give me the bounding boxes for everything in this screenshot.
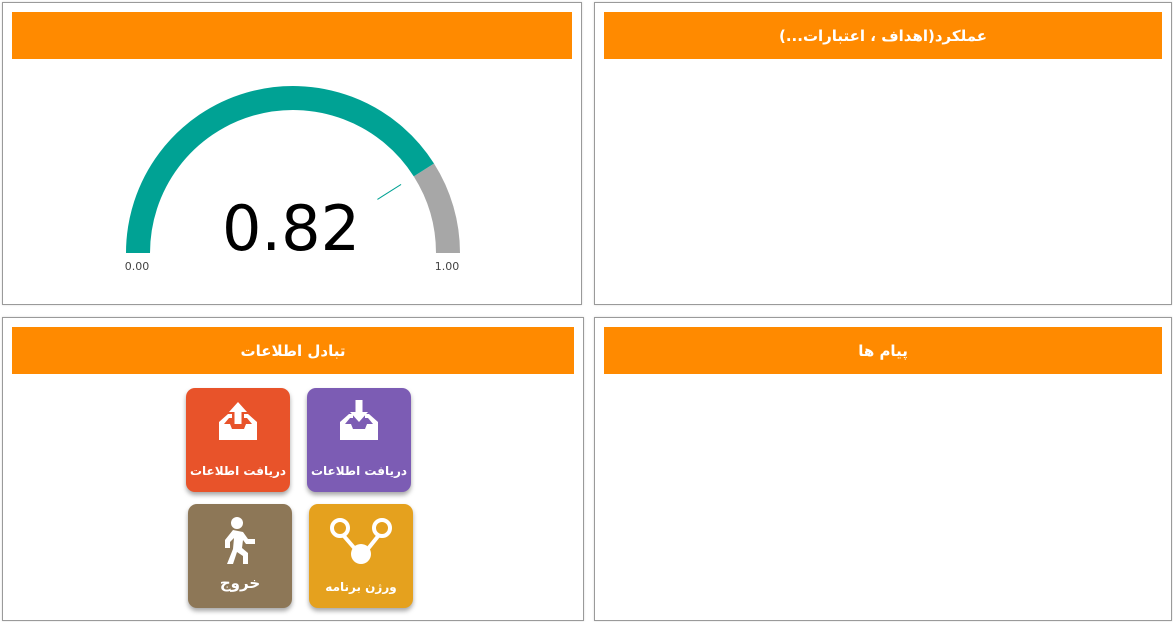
gauge-max-label: 1.00 xyxy=(435,260,460,273)
messages-panel-header: پیام ها xyxy=(604,327,1162,374)
exit-tile[interactable]: خروج xyxy=(188,504,292,608)
messages-panel-title: پیام ها xyxy=(858,341,908,360)
messages-panel: پیام ها xyxy=(594,317,1172,621)
data-exchange-panel-header: تبادل اطلاعات xyxy=(12,327,574,374)
exit-label: خروج xyxy=(219,574,261,592)
version-branch-icon xyxy=(330,518,392,564)
app-version-label: ورژن برنامه xyxy=(325,580,397,594)
gauge-value-text: 0.82 xyxy=(222,192,360,265)
data-exchange-panel-title: تبادل اطلاعات xyxy=(240,341,346,360)
gauge-chart: 0.82 0.00 1.00 xyxy=(125,86,460,273)
inbox-upload-icon xyxy=(219,402,257,440)
download-data-tile[interactable]: دریافت اطلاعات xyxy=(307,388,411,492)
gauge-min-label: 0.00 xyxy=(125,260,150,273)
upload-data-label: دریافت اطلاعات xyxy=(189,464,287,478)
data-exchange-panel: تبادل اطلاعات دریافت اطلاعات دریافت اطلا… xyxy=(2,317,584,621)
download-data-label: دریافت اطلاعات xyxy=(310,464,408,478)
upload-data-tile[interactable]: دریافت اطلاعات xyxy=(186,388,290,492)
performance-panel: عملکرد(اهداف ، اعتبارات...) xyxy=(594,2,1172,305)
gauge-needle xyxy=(377,183,402,200)
performance-panel-header: عملکرد(اهداف ، اعتبارات...) xyxy=(604,12,1162,59)
gauge-panel: 0.82 0.00 1.00 xyxy=(2,2,582,305)
performance-panel-title: عملکرد(اهداف ، اعتبارات...) xyxy=(779,26,988,45)
gauge-remaining-arc xyxy=(413,163,460,254)
inbox-download-icon xyxy=(340,400,378,440)
app-version-tile[interactable]: ورژن برنامه xyxy=(309,504,413,608)
exit-running-icon xyxy=(225,517,255,564)
